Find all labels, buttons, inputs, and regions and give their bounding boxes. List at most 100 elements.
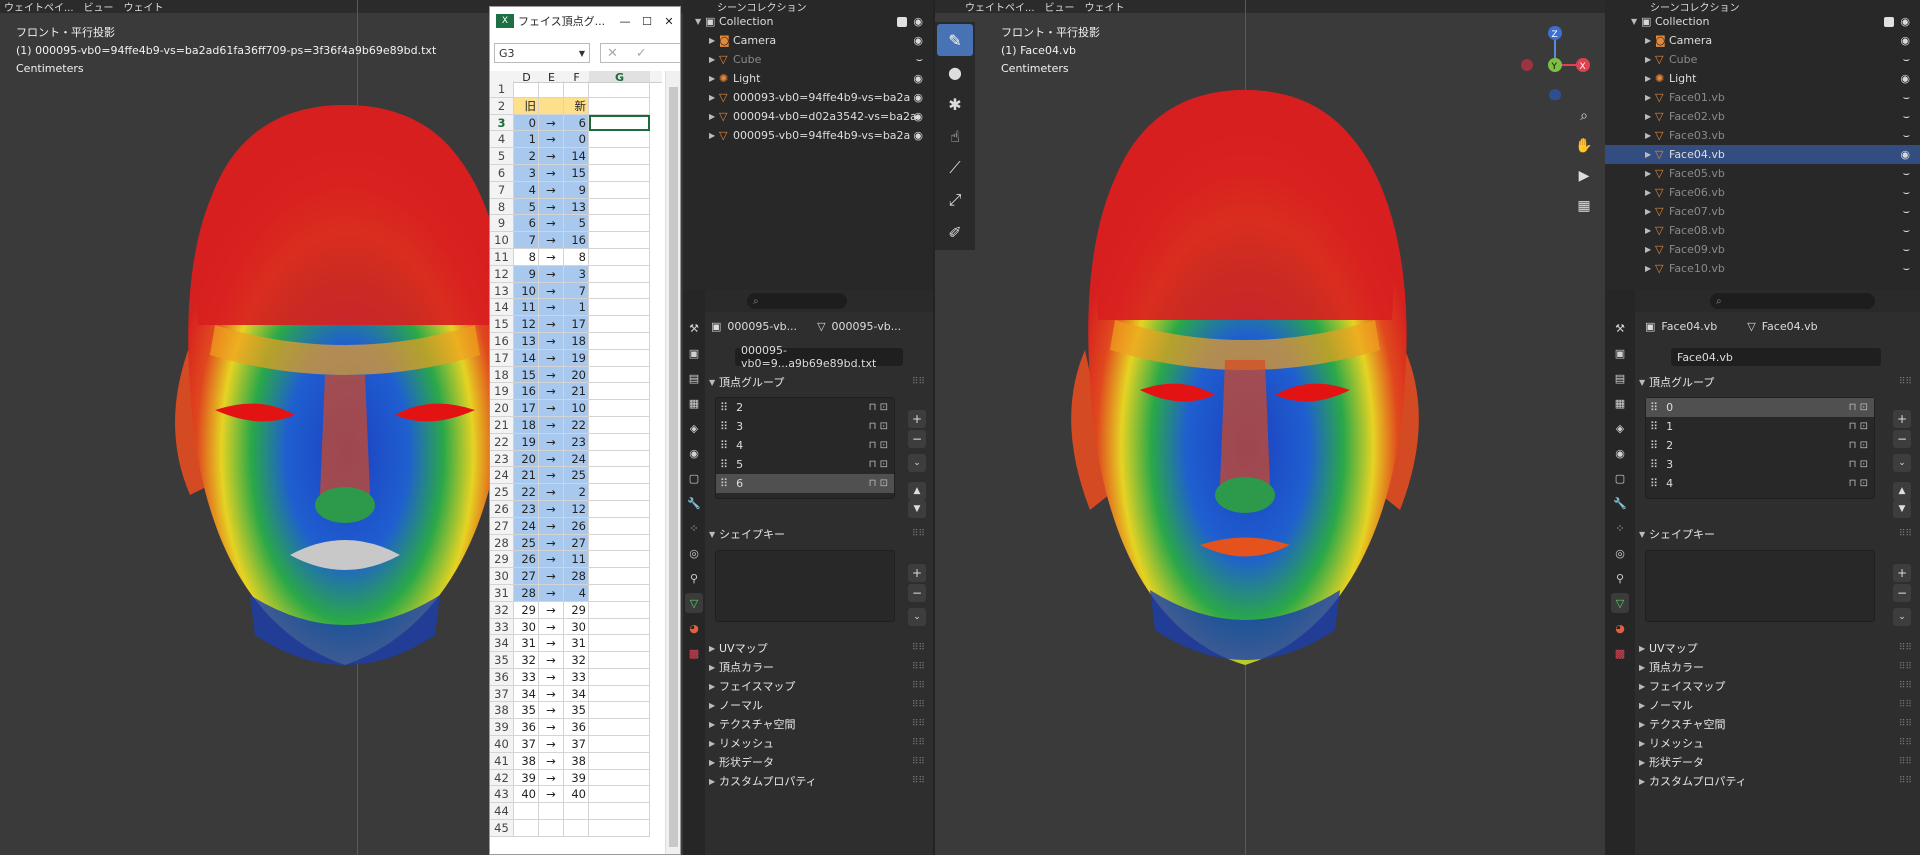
outliner-list[interactable]: ▼ ▣ Collection ◉ ▶ ◙ Camera ◉ ▶ ▽ Cube ⌣ ▶ ✺ Light ◉ ▶ ▽ F… [1605, 12, 1920, 278]
cell-g[interactable] [589, 349, 650, 367]
outliner-item[interactable]: ▶ ▽ Face07.vb ⌣ [1605, 202, 1920, 221]
cell-arrow[interactable]: → [539, 702, 564, 720]
table-row[interactable]: 35 32 → 32 [490, 652, 662, 669]
tool-tab-icon[interactable]: ⚒ [1611, 318, 1629, 338]
mode-menu[interactable]: ウェイトペイ... [965, 0, 1035, 14]
panel-header[interactable]: ▶ 形状データ ⠿⠿ [1639, 752, 1916, 772]
table-row[interactable]: 16 13 → 18 [490, 332, 662, 350]
particles-tab-icon[interactable]: ⁘ [685, 518, 703, 538]
remove-vertex-group-button[interactable]: − [1893, 430, 1911, 448]
cell-g[interactable] [589, 736, 650, 753]
expand-arrow-icon[interactable]: ▶ [709, 74, 719, 83]
mesh-data-tab-icon[interactable]: ▽ [685, 593, 703, 613]
view-layer-tab-icon[interactable]: ▦ [685, 393, 703, 413]
cell-arrow[interactable]: → [539, 232, 564, 249]
table-row[interactable]: 11 8 → 8 [490, 248, 662, 266]
outliner-item[interactable]: ▶ ▽ 000094-vb0=d02a3542-vs=ba2a ◉ [683, 107, 933, 126]
outliner-item[interactable]: ▶ ▽ 000095-vb0=94ffe4b9-vs=ba2a ◉ [683, 126, 933, 145]
outliner-item[interactable]: ▼ ▣ Collection ◉ [1605, 12, 1920, 31]
drag-handle-icon[interactable]: ⠿⠿ [1899, 757, 1912, 767]
panel-header[interactable]: ▶ フェイスマップ ⠿⠿ [709, 676, 929, 696]
table-row[interactable]: 41 38 → 38 [490, 752, 662, 770]
visibility-eye-icon[interactable]: ◉ [913, 91, 923, 104]
cell-new[interactable] [564, 820, 589, 837]
cell-g[interactable] [589, 568, 650, 585]
cell-old[interactable]: 32 [514, 652, 539, 669]
excel-window[interactable]: X フェイス頂点グ... — ☐ ✕ G3 ▼ ✕ ✓ D E F G 12旧新3… [489, 6, 681, 855]
cell-old[interactable]: 旧 [514, 97, 539, 115]
cell-old[interactable]: 20 [514, 450, 539, 468]
cell-new[interactable]: 29 [564, 601, 589, 619]
cell-old[interactable]: 27 [514, 568, 539, 585]
mesh-data-tab-icon[interactable]: ▽ [1611, 593, 1629, 613]
cell-new[interactable]: 3 [564, 265, 589, 283]
expand-arrow-icon[interactable]: ▶ [709, 55, 719, 64]
cell-arrow[interactable]: → [539, 181, 564, 199]
visibility-eye-icon[interactable]: ◉ [913, 34, 923, 47]
cell-g[interactable] [589, 769, 650, 787]
lock-icon[interactable]: ⊓ ⊡ [869, 478, 888, 489]
cell-old[interactable]: 18 [514, 416, 539, 434]
outliner-item[interactable]: ▶ ▽ Face10.vb ⌣ [1605, 259, 1920, 278]
cell-old[interactable]: 22 [514, 484, 539, 501]
table-row[interactable]: 44 [490, 803, 662, 821]
cell-new[interactable]: 13 [564, 198, 589, 216]
drag-handle-icon[interactable]: ⠿⠿ [1899, 719, 1912, 729]
world-tab-icon[interactable]: ◉ [1611, 443, 1629, 463]
table-row[interactable]: 1 [490, 81, 662, 98]
panel-header[interactable]: ▶ テクスチャ空間 ⠿⠿ [709, 714, 929, 734]
visibility-eye-icon[interactable]: ⌣ [1903, 224, 1910, 238]
cell-arrow[interactable]: → [539, 349, 564, 367]
cell-new[interactable]: 28 [564, 568, 589, 585]
cell-new[interactable]: 12 [564, 500, 589, 518]
cell-new[interactable]: 39 [564, 769, 589, 787]
move-down-button[interactable]: ▼ [908, 500, 926, 518]
expand-arrow-icon[interactable]: ▶ [709, 93, 719, 102]
cell-arrow[interactable]: → [539, 584, 564, 602]
cell-old[interactable]: 2 [514, 148, 539, 165]
table-row[interactable]: 4 1 → 0 [490, 131, 662, 149]
outliner-item[interactable]: ▶ ✺ Light ◉ [683, 69, 933, 88]
particles-tab-icon[interactable]: ⁘ [1611, 518, 1629, 538]
cell-new[interactable]: 7 [564, 282, 589, 300]
drag-handle-icon[interactable]: ⠿⠿ [912, 719, 925, 729]
shape-key-list[interactable] [1645, 550, 1875, 622]
table-row[interactable]: 36 33 → 33 [490, 668, 662, 686]
cell-old[interactable]: 30 [514, 618, 539, 636]
cell-g[interactable] [589, 534, 650, 552]
cell-g[interactable] [589, 450, 650, 468]
table-row[interactable]: 13 10 → 7 [490, 282, 662, 300]
visibility-eye-icon[interactable]: ◉ [1900, 148, 1910, 161]
visibility-eye-icon[interactable]: ⌣ [1903, 167, 1910, 181]
vertex-group-item[interactable]: ⠿ 5 ⊓ ⊡ [716, 455, 894, 474]
visibility-eye-icon[interactable]: ◉ [1900, 15, 1910, 28]
render-tab-icon[interactable]: ▣ [685, 343, 703, 363]
blur-brush-icon[interactable]: ● [937, 56, 973, 88]
add-shape-key-button[interactable]: + [1893, 564, 1911, 582]
drag-handle-icon[interactable]: ⠿⠿ [912, 757, 925, 767]
weight-menu[interactable]: ウェイト [124, 0, 164, 14]
cell-g[interactable] [589, 618, 650, 636]
vertex-group-specials-button[interactable]: ⌄ [1893, 454, 1911, 472]
expand-arrow-icon[interactable]: ▶ [1645, 245, 1655, 254]
cell-old[interactable]: 37 [514, 736, 539, 753]
table-row[interactable]: 21 18 → 22 [490, 416, 662, 434]
expand-arrow-icon[interactable]: ▶ [1645, 169, 1655, 178]
cell-new[interactable]: 40 [564, 786, 589, 804]
physics-tab-icon[interactable]: ◎ [685, 543, 703, 563]
panel-header[interactable]: ▶ UVマップ ⠿⠿ [1639, 638, 1916, 658]
pan-hand-icon[interactable]: ✋ [1571, 133, 1597, 159]
table-row[interactable]: 20 17 → 10 [490, 400, 662, 417]
cell-g[interactable] [589, 820, 650, 837]
cell-arrow[interactable]: → [539, 131, 564, 149]
table-row[interactable]: 38 35 → 35 [490, 702, 662, 720]
cell-g[interactable] [589, 232, 650, 249]
cell-g[interactable] [589, 265, 650, 283]
vertex-groups-panel-header[interactable]: ▼ 頂点グループ ⠿⠿ [709, 372, 929, 392]
scene-tab-icon[interactable]: ◈ [685, 418, 703, 438]
navigation-gizmo[interactable]: Z Y X [1515, 20, 1595, 100]
cell-arrow[interactable]: → [539, 416, 564, 434]
cell-g[interactable] [589, 198, 650, 216]
vertex-group-item[interactable]: ⠿ 4 ⊓ ⊡ [716, 436, 894, 455]
cell-arrow[interactable]: → [539, 736, 564, 753]
